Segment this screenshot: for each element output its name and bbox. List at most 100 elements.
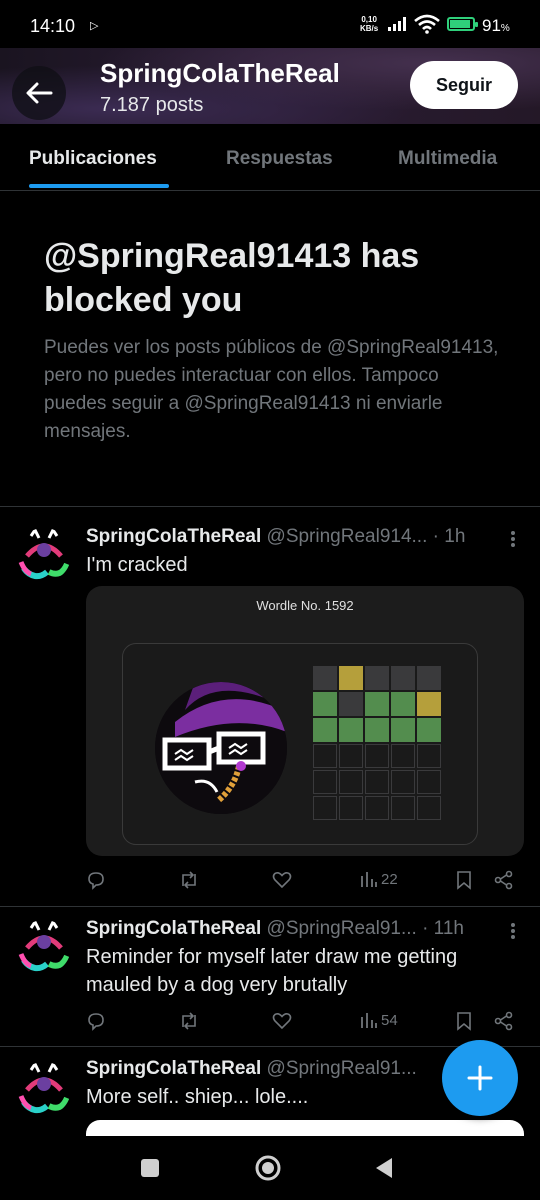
like-button[interactable]	[272, 870, 292, 890]
post-text: Reminder for myself later draw me gettin…	[86, 946, 458, 996]
wordle-profile-image	[155, 682, 287, 814]
wordle-cell	[339, 666, 363, 690]
views-button[interactable]: 22	[360, 870, 398, 888]
wordle-cell	[339, 770, 363, 794]
wordle-cell	[339, 692, 363, 716]
compose-button[interactable]	[442, 1040, 518, 1116]
battery-level	[450, 20, 470, 28]
status-bar: 14:10 ▷ 0,10 KB/s 91%	[0, 0, 540, 48]
wordle-cell	[391, 666, 415, 690]
wordle-cell	[365, 770, 389, 794]
profile-header: SpringColaTheReal 7.187 posts Seguir	[0, 48, 540, 124]
post-count: 7.187 posts	[100, 94, 204, 116]
wordle-cell	[313, 692, 337, 716]
repost-button[interactable]	[178, 870, 200, 890]
wordle-cell	[339, 718, 363, 742]
home-button[interactable]	[254, 1154, 282, 1182]
blocked-title: @SpringReal91413 has blocked you	[44, 237, 420, 319]
media-preview[interactable]	[86, 1120, 524, 1136]
views-count: 54	[381, 1011, 398, 1029]
avatar[interactable]	[17, 920, 71, 974]
post-actions: 22	[86, 870, 516, 894]
wordle-cell	[391, 744, 415, 768]
back-button[interactable]	[12, 66, 66, 120]
reply-icon	[88, 872, 104, 890]
tab-publicaciones[interactable]: Publicaciones	[29, 148, 157, 170]
wordle-cell	[313, 718, 337, 742]
wordle-cell	[313, 744, 337, 768]
wordle-cell	[391, 692, 415, 716]
wordle-cell	[417, 796, 441, 820]
wordle-cell	[417, 666, 441, 690]
share-button[interactable]	[494, 870, 514, 890]
avatar[interactable]	[17, 528, 71, 582]
system-nav-bar	[0, 1136, 540, 1200]
wordle-cell	[417, 692, 441, 716]
views-button[interactable]: 54	[360, 1011, 398, 1029]
post-author-handle[interactable]: @SpringReal91...	[267, 918, 417, 939]
wordle-card[interactable]: Wordle No. 1592	[86, 586, 524, 856]
wordle-cell	[417, 770, 441, 794]
back-nav-button[interactable]	[374, 1156, 394, 1180]
post-author-handle[interactable]: @SpringReal91...	[267, 1058, 417, 1079]
wordle-cell	[417, 718, 441, 742]
follow-button[interactable]: Seguir	[410, 61, 518, 109]
wordle-cell	[417, 744, 441, 768]
repost-icon	[182, 871, 196, 889]
reply-icon	[88, 1013, 104, 1031]
post-author-handle[interactable]: @SpringReal914...	[267, 526, 428, 547]
wordle-cell	[339, 796, 363, 820]
more-options-icon[interactable]	[510, 922, 516, 940]
recents-button[interactable]	[140, 1158, 160, 1178]
divider	[0, 506, 540, 507]
battery-percent: 91%	[482, 16, 510, 35]
wordle-cell	[339, 744, 363, 768]
post-time: · 1h	[432, 526, 466, 547]
heart-icon	[272, 1013, 292, 1030]
bookmark-button[interactable]	[456, 1011, 472, 1031]
more-options-icon[interactable]	[510, 530, 516, 548]
wordle-cell	[391, 796, 415, 820]
heart-icon	[272, 872, 292, 889]
bookmark-icon	[457, 871, 471, 890]
wordle-cell	[365, 796, 389, 820]
reply-button[interactable]	[86, 1011, 106, 1031]
profile-tabs: Publicaciones Respuestas Multimedia	[0, 124, 540, 191]
like-button[interactable]	[272, 1011, 292, 1031]
network-speed: 0,10 KB/s	[360, 15, 378, 33]
repost-icon	[182, 1012, 196, 1030]
share-icon	[494, 870, 513, 890]
arrow-left-icon	[26, 82, 53, 104]
wordle-cell	[365, 718, 389, 742]
post-author-name[interactable]: SpringColaTheReal	[86, 1058, 261, 1079]
wordle-cell	[313, 796, 337, 820]
network-speed-unit: KB/s	[360, 24, 379, 33]
bookmark-button[interactable]	[456, 870, 472, 890]
views-icon	[361, 872, 377, 887]
post-actions: 54	[86, 1011, 516, 1035]
repost-button[interactable]	[178, 1011, 200, 1031]
post-author-name[interactable]: SpringColaTheReal	[86, 918, 261, 939]
views-count: 22	[381, 870, 398, 888]
wordle-title: Wordle No. 1592	[256, 598, 354, 613]
plus-icon	[467, 1065, 493, 1091]
share-button[interactable]	[494, 1011, 514, 1031]
wordle-cell	[365, 666, 389, 690]
wordle-cell	[391, 770, 415, 794]
avatar[interactable]	[17, 1062, 71, 1116]
wifi-icon	[414, 14, 440, 34]
profile-name: SpringColaTheReal	[100, 58, 340, 88]
blocked-description: Puedes ver los posts públicos de @Spring…	[44, 337, 499, 442]
post-author-name[interactable]: SpringColaTheReal	[86, 526, 261, 547]
post-text: I'm cracked	[86, 554, 188, 576]
wordle-panel	[122, 643, 478, 845]
tab-respuestas[interactable]: Respuestas	[226, 148, 333, 170]
reply-button[interactable]	[86, 870, 106, 890]
post-time: · 11h	[422, 918, 464, 939]
status-time: 14:10	[30, 16, 76, 36]
divider	[0, 906, 540, 907]
wordle-cell	[365, 692, 389, 716]
wordle-cell	[391, 718, 415, 742]
active-tab-indicator	[29, 184, 169, 188]
tab-multimedia[interactable]: Multimedia	[398, 148, 497, 170]
